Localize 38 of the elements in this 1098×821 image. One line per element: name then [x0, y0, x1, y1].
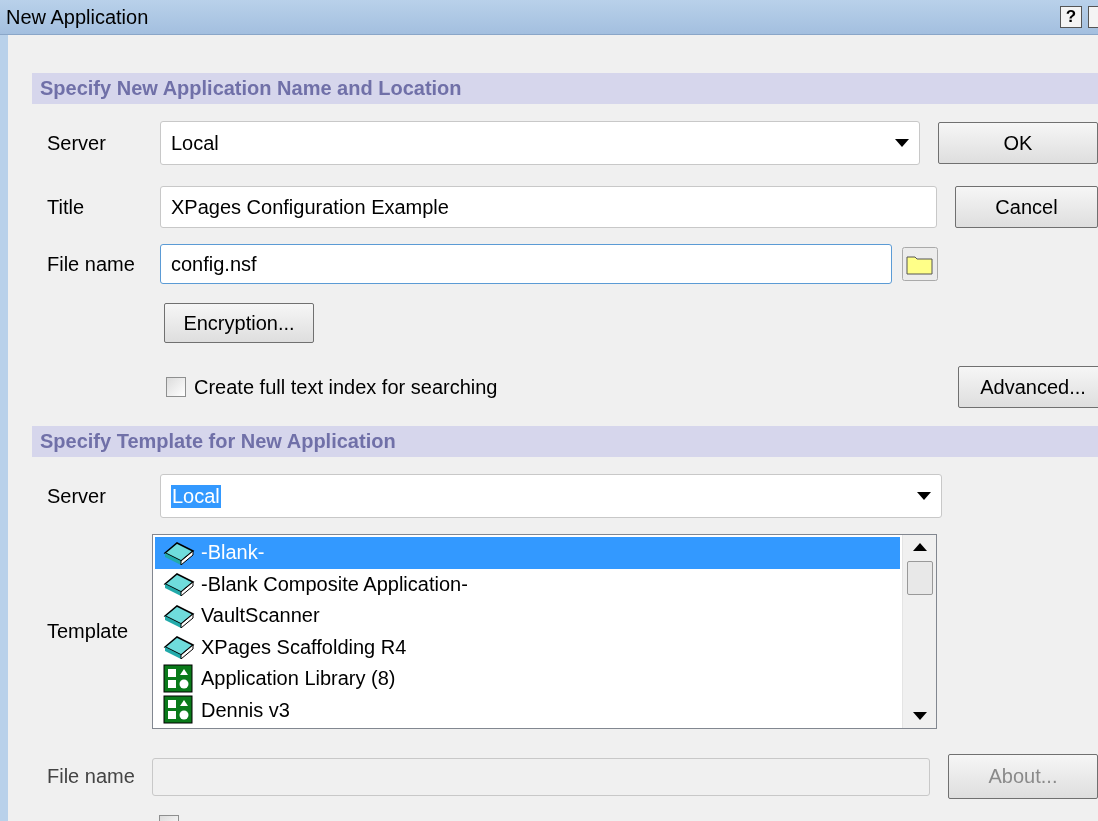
scrollbar[interactable] — [902, 535, 936, 728]
template-item[interactable]: XPages Scaffolding R4 — [155, 631, 900, 663]
template-item[interactable]: -Blank Composite Application- — [155, 568, 900, 600]
field-label: File name — [46, 765, 136, 788]
field-label: Title — [46, 195, 86, 219]
book-icon — [163, 540, 195, 565]
template-list[interactable]: -Blank- -Blank Composite Application- VaultScanner XPages Scaffolding R4 Application Library (8) Dennis v3 — [152, 534, 937, 729]
file-name-field[interactable]: config.nsf — [160, 244, 892, 284]
book-icon — [163, 603, 195, 628]
dropdown-arrow-icon[interactable] — [895, 139, 909, 147]
server-dropdown[interactable]: Local — [160, 121, 920, 165]
checkbox[interactable] — [166, 377, 186, 397]
scroll-up-icon[interactable] — [912, 543, 927, 551]
window-title: New Application — [6, 5, 149, 29]
ok-button[interactable]: OK — [938, 122, 1098, 164]
dropdown-arrow-icon[interactable] — [917, 492, 931, 500]
cancel-button[interactable]: Cancel — [955, 186, 1098, 228]
encryption-button[interactable]: Encryption... — [164, 303, 314, 343]
field-label: File name — [46, 252, 136, 276]
field-label: Template — [46, 620, 130, 643]
scroll-down-icon[interactable] — [912, 712, 927, 720]
book-icon — [163, 635, 195, 660]
field-label: Server — [46, 484, 107, 508]
help-button[interactable]: ? — [1060, 6, 1082, 28]
section-heading: Specify New Application Name and Location — [32, 73, 1098, 104]
folder-icon[interactable] — [902, 247, 938, 281]
checkbox-label: Create full text index for searching — [194, 375, 498, 399]
application-icon — [163, 663, 195, 694]
advanced-button[interactable]: Advanced... — [958, 366, 1098, 408]
section-heading: Specify Template for New Application — [32, 426, 1098, 457]
title-field[interactable]: XPages Configuration Example — [160, 186, 937, 228]
template-item[interactable]: Application Library (8) — [155, 663, 900, 695]
book-icon — [163, 572, 195, 597]
template-item[interactable]: VaultScanner — [155, 600, 900, 632]
scrollbar-thumb[interactable] — [906, 561, 933, 595]
field-label: Server — [46, 131, 107, 155]
application-icon — [163, 695, 195, 726]
template-item[interactable]: Dennis v3 — [155, 694, 900, 726]
